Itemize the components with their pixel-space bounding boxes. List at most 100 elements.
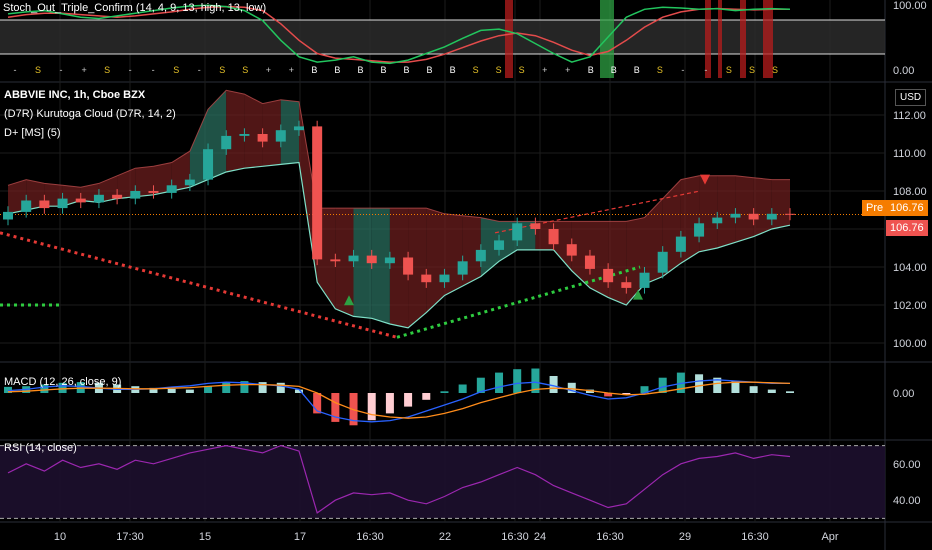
time-axis-label: 16:30 <box>741 531 769 543</box>
kurutoga-cloud-segment <box>771 179 790 229</box>
dplus-legend[interactable]: D+ [MS] (5) <box>4 127 61 139</box>
stoch-signal-mark: - <box>704 65 707 75</box>
candle-body <box>21 200 32 212</box>
rsi-axis-label: 40.00 <box>893 495 921 507</box>
stoch-signal-mark: B <box>427 65 433 75</box>
stoch-signal-mark: S <box>496 65 502 75</box>
stoch-signal-mark: + <box>542 65 547 75</box>
candle-body <box>239 134 250 136</box>
kurutoga-cloud-segment <box>753 177 772 237</box>
kurutoga-cloud-segment <box>244 94 263 169</box>
macd-histogram-bar <box>404 393 413 407</box>
candle-body <box>75 198 86 203</box>
macd-histogram-bar <box>495 372 504 393</box>
stoch-signal-mark: S <box>104 65 110 75</box>
candle-body <box>784 213 796 215</box>
candle-body <box>366 255 377 264</box>
kurutoga-cloud-segment <box>608 221 627 305</box>
kurutoga-legend[interactable]: (D7R) Kurutoga Cloud (D7R, 14, 2) <box>4 108 176 120</box>
stoch-signal-mark: - <box>60 65 63 75</box>
stoch-signal-mark: S <box>657 65 663 75</box>
stoch-axis-label: 100.00 <box>893 0 927 12</box>
kurutoga-cloud-segment <box>699 175 718 252</box>
kurutoga-cloud-segment <box>371 208 390 324</box>
candle-body <box>421 274 432 283</box>
macd-histogram-bar <box>167 388 176 393</box>
candle-body <box>348 255 359 262</box>
candle-body <box>748 213 759 220</box>
rsi-axis-label: 60.00 <box>893 459 921 471</box>
time-axis-label: 16:30 <box>356 531 384 543</box>
price-axis-label: 110.00 <box>893 148 926 160</box>
macd-histogram-bar <box>549 376 558 393</box>
candle-body <box>221 135 232 150</box>
time-axis-label: 17:30 <box>116 531 144 543</box>
stoch-signal-bar <box>740 0 746 78</box>
currency-label[interactable]: USD <box>895 89 927 106</box>
stoch-signal-mark: S <box>772 65 778 75</box>
kurutoga-cloud-segment <box>735 175 754 243</box>
candle-body <box>2 211 14 220</box>
stoch-axis-label: 0.00 <box>893 65 914 77</box>
macd-histogram-bar <box>440 391 449 393</box>
candle-body <box>275 130 286 142</box>
symbol-header[interactable]: ABBVIE INC, 1h, Cboe BZX <box>4 89 145 101</box>
stoch-signal-mark: S <box>242 65 248 75</box>
candle-body <box>766 213 777 220</box>
candle-body <box>457 261 468 275</box>
candle-body <box>330 259 341 262</box>
candle-body <box>621 282 632 288</box>
price-axis-label: 102.00 <box>893 300 927 312</box>
rsi-legend[interactable]: RSI (14, close) <box>4 442 77 454</box>
candle-body <box>475 249 486 262</box>
candle-body <box>548 229 559 245</box>
macd-histogram-bar <box>695 374 704 393</box>
candle-body <box>657 251 668 273</box>
stoch-signal-mark: - <box>152 65 155 75</box>
stoch-signal-bar <box>718 0 722 78</box>
candle-body <box>384 257 395 264</box>
candle-body <box>39 200 50 209</box>
stoch-signal-mark: S <box>726 65 732 75</box>
kurutoga-cloud-segment <box>226 90 245 172</box>
candle-body <box>57 198 68 209</box>
candle-body <box>293 126 304 131</box>
candle-body <box>730 213 741 218</box>
chart-canvas[interactable]: - S - + S - - S - S S + + B B B B B B B S S S + + B B B S - - S S S100.00… <box>0 0 932 550</box>
candle-body <box>603 268 614 283</box>
stoch-signal-mark: - <box>681 65 684 75</box>
stoch-signal-mark: B <box>588 65 594 75</box>
candle-body <box>203 149 214 180</box>
macd-histogram-bar <box>422 393 431 400</box>
stoch-signal-mark: S <box>173 65 179 75</box>
price-axis-label: 104.00 <box>893 262 927 274</box>
stoch-signal-mark: B <box>634 65 640 75</box>
rsi-band <box>0 445 885 519</box>
candle-body <box>93 194 104 203</box>
stoch-signal-mark: + <box>289 65 294 75</box>
stoch-signal-mark: S <box>519 65 525 75</box>
stoch-signal-mark: + <box>565 65 570 75</box>
candle-body <box>584 255 595 269</box>
stoch-signal-mark: S <box>473 65 479 75</box>
stoch-signal-mark: B <box>380 65 386 75</box>
stoch-signal-mark: S <box>35 65 41 75</box>
time-axis-label: 17 <box>294 531 306 543</box>
time-axis-label: 10 <box>54 531 66 543</box>
time-axis-label: 15 <box>199 531 211 543</box>
macd-histogram-bar <box>276 382 285 393</box>
time-axis-label: 24 <box>534 531 546 543</box>
macd-histogram-bar <box>222 382 231 393</box>
stoch-signal-mark: B <box>311 65 317 75</box>
candle-body <box>530 223 541 229</box>
macd-histogram-bar <box>749 386 758 393</box>
macd-histogram-bar <box>767 389 776 393</box>
candle-body <box>112 194 123 199</box>
candle-body <box>257 134 268 142</box>
candle-body <box>712 217 723 224</box>
candle-body <box>694 223 705 237</box>
price-axis-label: 112.00 <box>893 110 926 122</box>
stoch-signal-mark: - <box>198 65 201 75</box>
kurutoga-cloud-segment <box>426 208 445 313</box>
macd-legend[interactable]: MACD (12, 26, close, 9) <box>4 376 121 388</box>
